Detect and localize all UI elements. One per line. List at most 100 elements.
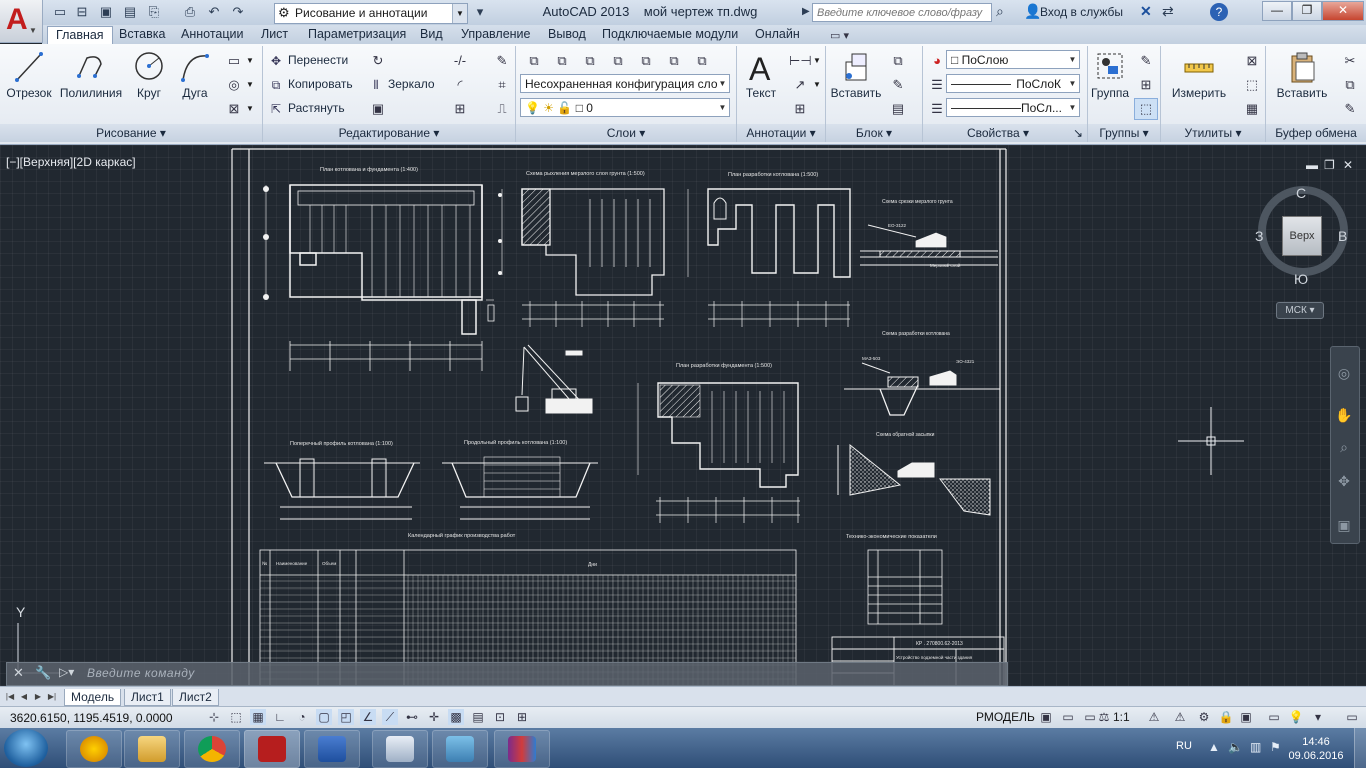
viewcube-east[interactable]: В (1338, 228, 1347, 244)
tab-layout1[interactable]: Лист1 (124, 689, 171, 706)
rotate-icon[interactable]: ↻ (366, 50, 390, 72)
panel-groups[interactable]: Группы ▾ (1088, 124, 1161, 142)
copy-button[interactable]: ⧉ Копировать (268, 74, 353, 94)
panel-properties[interactable]: Свойства ▾ ↘ (923, 124, 1088, 142)
open-file-icon[interactable]: ⊟ (72, 3, 92, 21)
network-icon[interactable]: ▥ (1250, 740, 1261, 754)
ortho-icon[interactable]: ∟ (272, 709, 288, 725)
zoom-icon[interactable]: ⌕ (1333, 436, 1355, 458)
tab-model[interactable]: Модель (64, 689, 122, 706)
workspace-selector[interactable]: ⚙ Рисование и аннотации ▼ (274, 3, 468, 24)
layer-off-icon[interactable]: ⧉ (578, 50, 602, 72)
otrack-icon[interactable]: ∠ (360, 709, 376, 725)
exchange-apps-icon[interactable]: ✕ (1140, 3, 1152, 20)
show-desktop-button[interactable] (1354, 728, 1366, 768)
taskbar-word[interactable] (304, 730, 360, 768)
viewcube-top-face[interactable]: Верх (1282, 216, 1322, 256)
tab-insert[interactable]: Вставка (111, 26, 173, 43)
taskbar-autocad[interactable] (244, 730, 300, 768)
edit-block-icon[interactable]: ✎ (886, 74, 910, 96)
rectangle-icon[interactable]: ▭ (222, 50, 246, 72)
layer-state-icon[interactable]: ⧉ (550, 50, 574, 72)
language-indicator[interactable]: RU (1176, 740, 1192, 752)
ducs-icon[interactable]: ⟋ (382, 709, 398, 725)
wrench-icon[interactable]: 🔧 (35, 665, 51, 681)
layer-freeze-icon[interactable]: ⧉ (634, 50, 658, 72)
last-layout-icon[interactable]: ▶| (46, 690, 58, 704)
chevron-down-icon[interactable]: ▼ (246, 56, 254, 65)
scale-icon[interactable]: ▣ (366, 98, 390, 120)
tab-annotate[interactable]: Аннотации (173, 26, 251, 43)
minimize-button[interactable]: — (1262, 1, 1292, 21)
tab-output[interactable]: Вывод (540, 26, 594, 43)
model-space-toggle[interactable]: РМОДЕЛЬ (976, 710, 1035, 724)
cut-icon[interactable]: ✂ (1338, 50, 1362, 72)
volume-icon[interactable]: 🔈 (1228, 740, 1243, 754)
prev-layout-icon[interactable]: ◀ (18, 690, 30, 704)
leader-icon[interactable]: ↗ (788, 74, 812, 96)
taskbar-explorer[interactable] (124, 730, 180, 768)
next-layout-icon[interactable]: ▶ (32, 690, 44, 704)
undo-icon[interactable]: ↶ (204, 3, 224, 21)
match-icon[interactable]: ✎ (1338, 98, 1362, 120)
taskbar-calculator[interactable] (372, 730, 428, 768)
mirror-button[interactable]: ⫴ Зеркало (368, 74, 434, 94)
viewcube-south[interactable]: Ю (1294, 271, 1308, 287)
group-button[interactable]: Группа (1090, 50, 1130, 100)
redo-icon[interactable]: ↷ (228, 3, 248, 21)
tab-view[interactable]: Вид (412, 26, 451, 43)
polar-icon[interactable]: ◔ (294, 709, 310, 725)
snap-icon[interactable]: ⬚ (228, 709, 244, 725)
help-icon[interactable]: ? (1210, 3, 1228, 21)
tab-layout[interactable]: Лист (253, 26, 296, 43)
quick-view-layouts-icon[interactable]: ▭ (1060, 709, 1076, 725)
taskbar-autocad-app[interactable] (66, 730, 122, 768)
close-icon[interactable]: ✕ (13, 665, 24, 681)
application-menu-button[interactable]: A ▼ (0, 0, 43, 43)
annotation-monitor-icon[interactable]: ⊞ (514, 709, 530, 725)
lock-icon[interactable]: 🔒 (1218, 709, 1234, 725)
boundary-icon[interactable]: ⊠ (222, 98, 246, 120)
print-icon[interactable]: ⎙ (180, 3, 200, 21)
trim-icon[interactable]: -/- (448, 50, 472, 72)
infer-constraints-icon[interactable]: ⊹ (206, 709, 222, 725)
workspace-switch-icon[interactable]: ⚙ (1196, 709, 1212, 725)
ribbon-minimize-icon[interactable]: ▭ ▾ (830, 29, 849, 42)
viewport-restore-icon[interactable]: ❐ (1324, 158, 1335, 172)
block-attributes-icon[interactable]: ▤ (886, 98, 910, 120)
3d-osnap-icon[interactable]: ◰ (338, 709, 354, 725)
array-icon[interactable]: ⊞ (448, 98, 472, 120)
clean-screen-icon[interactable]: ▭ (1344, 709, 1360, 725)
annotation-scale-icon[interactable]: ⚖ (1096, 709, 1112, 725)
linetype-combo[interactable]: ПоСлоК ▼ (946, 74, 1080, 93)
stretch-button[interactable]: ⇱ Растянуть (268, 98, 345, 118)
showmotion-icon[interactable]: ▣ (1333, 514, 1355, 536)
erase-icon[interactable]: ✎ (490, 50, 514, 72)
layer-combo[interactable]: 💡 ☀ 🔓 □ 0 ▼ (520, 98, 730, 117)
auto-scale-icon[interactable]: ⚠ (1172, 709, 1188, 725)
panel-modify[interactable]: Редактирование ▾ (263, 124, 516, 142)
viewport-minimize-icon[interactable]: ▬ (1306, 158, 1318, 172)
maximize-button[interactable]: ❐ (1292, 1, 1322, 21)
group-edit-icon[interactable]: ⊞ (1134, 74, 1158, 96)
panel-clipboard[interactable]: Буфер обмена (1266, 124, 1366, 142)
start-button[interactable] (4, 729, 48, 767)
command-input[interactable]: Введите команду (87, 666, 195, 680)
group-selection-icon[interactable]: ⬚ (1134, 98, 1158, 120)
lineweight-combo[interactable]: ПоСл... ▼ (946, 98, 1080, 117)
paste-button[interactable]: Вставить (1274, 50, 1330, 100)
layer-lock-icon[interactable]: ⧉ (662, 50, 686, 72)
measure-button[interactable]: Измерить (1166, 50, 1232, 100)
lightbulb-icon[interactable]: 💡 (1288, 709, 1304, 725)
customize-qa-icon[interactable]: ▾ (470, 3, 490, 21)
quick-properties-icon[interactable]: ▤ (470, 709, 486, 725)
save-as-icon[interactable]: ▤ (120, 3, 140, 21)
search-icon[interactable]: ⌕ (996, 3, 1004, 20)
viewport-controls[interactable]: [−][Верхняя][2D каркас] (6, 155, 136, 169)
select-all-icon[interactable]: ⬚ (1240, 74, 1264, 96)
calculator-icon[interactable]: ▦ (1240, 98, 1264, 120)
copy-clip-icon[interactable]: ⧉ (1338, 74, 1362, 96)
taskbar-winrar[interactable] (494, 730, 550, 768)
expand-search-icon[interactable]: ▶ (802, 6, 810, 17)
hardware-acceleration-icon[interactable]: ▣ (1238, 709, 1254, 725)
